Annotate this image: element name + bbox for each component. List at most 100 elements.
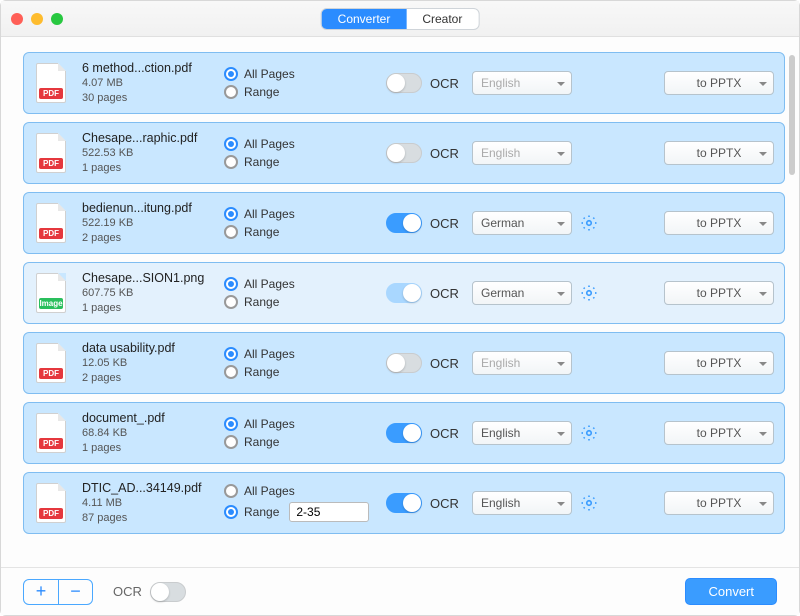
radio-all-pages[interactable] [224, 137, 238, 151]
file-row[interactable]: PDF6 method...ction.pdf4.07 MB30 pagesAl… [23, 52, 785, 114]
global-ocr-toggle[interactable] [150, 582, 186, 602]
output-format-select[interactable]: to PPTX [664, 71, 774, 95]
file-info: document_.pdf68.84 KB1 pages [80, 411, 216, 456]
file-type-badge: PDF [39, 88, 63, 99]
radio-all-pages[interactable] [224, 347, 238, 361]
page-range-group: All PagesRange [224, 207, 378, 239]
range-label: Range [244, 85, 279, 99]
ocr-toggle[interactable] [386, 423, 422, 443]
page-range-group: All Pages Range [224, 417, 378, 449]
language-select[interactable]: English [472, 351, 572, 375]
footer-ocr-label: OCR [113, 584, 142, 599]
language-select[interactable]: German [472, 211, 572, 235]
output-format-select[interactable]: to PPTX [664, 351, 774, 375]
file-icon: PDF [36, 133, 66, 173]
range-label: Range [244, 365, 279, 379]
output-format-select[interactable]: to PPTX [664, 211, 774, 235]
file-row[interactable]: ImageChesape...SION1.png607.75 KB1 pages… [23, 262, 785, 324]
file-pages: 87 pages [82, 511, 216, 526]
file-size: 4.11 MB [82, 496, 216, 511]
window-controls [11, 13, 63, 25]
radio-range[interactable] [224, 225, 238, 239]
ocr-toggle[interactable] [386, 213, 422, 233]
radio-range[interactable] [224, 365, 238, 379]
file-name: Chesape...raphic.pdf [82, 131, 216, 146]
file-type-badge: PDF [39, 438, 63, 449]
output-format-select[interactable]: to PPTX [664, 421, 774, 445]
radio-all-pages[interactable] [224, 417, 238, 431]
file-row[interactable]: PDF Chesape...raphic.pdf522.53 KB1 pagesA… [23, 122, 785, 184]
file-pages: 1 pages [82, 301, 216, 316]
radio-range[interactable] [224, 85, 238, 99]
file-type-badge: Image [39, 298, 63, 309]
minimize-window-button[interactable] [31, 13, 43, 25]
range-input[interactable] [289, 502, 369, 522]
file-info: Chesape...raphic.pdf522.53 KB1 pages [80, 131, 216, 176]
radio-range[interactable] [224, 505, 238, 519]
convert-button[interactable]: Convert [685, 578, 777, 605]
chevron-down-icon [759, 82, 767, 90]
file-size: 4.07 MB [82, 76, 216, 91]
language-select[interactable]: English [472, 421, 572, 445]
radio-all-pages[interactable] [224, 484, 238, 498]
ocr-toggle[interactable] [386, 73, 422, 93]
range-label: Range [244, 295, 279, 309]
file-row[interactable]: PDFdocument_.pdf68.84 KB1 pagesAll Pages… [23, 402, 785, 464]
file-pages: 1 pages [82, 441, 216, 456]
ocr-label: OCR [430, 76, 459, 91]
close-window-button[interactable] [11, 13, 23, 25]
ocr-toggle[interactable] [386, 143, 422, 163]
language-select[interactable]: English [472, 491, 572, 515]
tab-converter[interactable]: Converter [322, 9, 407, 29]
file-row[interactable]: PDFdata usability.pdf12.05 KB2 pagesAll … [23, 332, 785, 394]
ocr-toggle[interactable] [386, 353, 422, 373]
output-format-select[interactable]: to PPTX [664, 491, 774, 515]
add-file-button[interactable]: + [24, 580, 58, 604]
all-pages-label: All Pages [244, 67, 295, 81]
ocr-settings-icon[interactable] [580, 284, 598, 302]
ocr-settings-icon[interactable] [580, 424, 598, 442]
range-label: Range [244, 225, 279, 239]
radio-range[interactable] [224, 435, 238, 449]
chevron-down-icon [557, 362, 565, 370]
ocr-settings-icon[interactable] [580, 214, 598, 232]
radio-range[interactable] [224, 295, 238, 309]
range-label: Range [244, 435, 279, 449]
language-select[interactable]: English [472, 141, 572, 165]
radio-all-pages[interactable] [224, 67, 238, 81]
file-row[interactable]: PDFDTIC_AD...34149.pdf4.11 MB87 pagesAll… [23, 472, 785, 534]
file-icon: PDF [36, 203, 66, 243]
ocr-label: OCR [430, 146, 459, 161]
range-label: Range [244, 505, 279, 519]
ocr-label: OCR [430, 496, 459, 511]
ocr-toggle[interactable] [386, 283, 422, 303]
ocr-label: OCR [430, 356, 459, 371]
scrollbar[interactable] [789, 55, 795, 175]
page-range-group: All PagesRange [224, 137, 378, 169]
radio-all-pages[interactable] [224, 207, 238, 221]
file-row[interactable]: PDFbedienun...itung.pdf522.19 KB2 pagesA… [23, 192, 785, 254]
tab-creator[interactable]: Creator [406, 9, 478, 29]
chevron-down-icon [557, 222, 565, 230]
file-type-badge: PDF [39, 228, 63, 239]
zoom-window-button[interactable] [51, 13, 63, 25]
language-select[interactable]: English [472, 71, 572, 95]
chevron-down-icon [557, 152, 565, 160]
radio-range[interactable] [224, 155, 238, 169]
range-label: Range [244, 155, 279, 169]
all-pages-label: All Pages [244, 417, 295, 431]
output-format-select[interactable]: to PPTX [664, 141, 774, 165]
ocr-settings-icon[interactable] [580, 494, 598, 512]
language-select[interactable]: German [472, 281, 572, 305]
remove-file-button[interactable]: − [58, 580, 92, 604]
output-format-select[interactable]: to PPTX [664, 281, 774, 305]
file-pages: 2 pages [82, 371, 216, 386]
radio-all-pages[interactable] [224, 277, 238, 291]
ocr-toggle[interactable] [386, 493, 422, 513]
file-icon: PDF [36, 413, 66, 453]
file-name: Chesape...SION1.png [82, 271, 216, 286]
ocr-label: OCR [430, 426, 459, 441]
file-name: 6 method...ction.pdf [82, 61, 216, 76]
chevron-down-icon [759, 432, 767, 440]
file-info: DTIC_AD...34149.pdf4.11 MB87 pages [80, 481, 216, 526]
